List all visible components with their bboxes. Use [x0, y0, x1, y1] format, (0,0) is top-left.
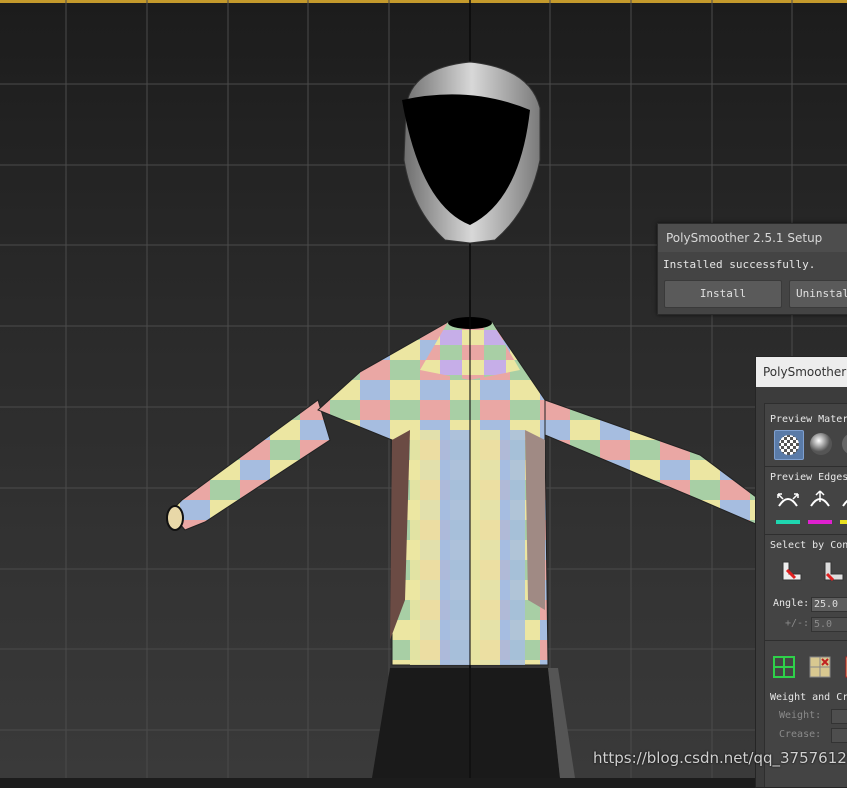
polysmoother-title: PolySmoother — [763, 365, 847, 379]
uninstall-button[interactable]: Uninstall — [789, 280, 847, 308]
grid-icon — [845, 656, 847, 678]
angle-input[interactable]: 25.0 — [811, 597, 847, 612]
pants-model — [372, 668, 560, 778]
setup-dialog-titlebar[interactable]: PolySmoother 2.5.1 Setup — [658, 224, 847, 252]
select-concave-button[interactable] — [819, 558, 847, 586]
helmet-model — [402, 61, 541, 244]
grid-select-button[interactable] — [771, 654, 797, 680]
edge-curve-icon — [840, 499, 847, 524]
weight-crease-label: Weight and Cr — [770, 692, 847, 703]
setup-dialog: PolySmoother 2.5.1 Setup Installed succe… — [657, 223, 847, 315]
shirt-model — [166, 317, 761, 666]
install-button[interactable]: Install — [664, 280, 782, 308]
3d-viewport[interactable] — [0, 0, 847, 778]
grid-remove-button[interactable] — [807, 654, 833, 680]
tolerance-input[interactable]: 5.0 — [811, 617, 847, 632]
setup-dialog-title: PolySmoother 2.5.1 Setup — [666, 231, 823, 245]
polysmoother-body: Preview Materials — [764, 403, 847, 787]
grid-third-button[interactable] — [843, 654, 847, 680]
edge-preview-button-2[interactable] — [806, 488, 834, 526]
checker-sphere-icon — [779, 435, 799, 455]
install-status-message: Installed successfully. — [663, 258, 816, 271]
concave-corner-icon — [824, 561, 844, 582]
grey-sphere-icon — [810, 433, 832, 455]
material-checker-button[interactable] — [774, 430, 804, 460]
select-by-label: Select by Con — [770, 540, 847, 551]
polysmoother-panel: PolySmoother Preview Materials — [755, 356, 847, 788]
viewport-scene — [0, 0, 847, 778]
angle-label: Angle: — [773, 598, 810, 609]
crease-label: Crease: — [779, 729, 822, 740]
material-dark-button[interactable] — [839, 430, 847, 458]
convex-corner-icon — [782, 561, 802, 581]
edge-preview-button-3[interactable] — [838, 488, 847, 526]
edge-preview-button-1[interactable] — [774, 488, 802, 526]
weight-input[interactable] — [831, 709, 847, 724]
preview-materials-label: Preview Materials — [770, 414, 847, 425]
green-grid-icon — [773, 656, 795, 678]
edge-arrow-up-icon — [808, 490, 832, 524]
dark-sphere-icon — [842, 434, 847, 454]
grid-x-icon — [809, 656, 831, 678]
select-convex-button[interactable] — [777, 558, 805, 586]
edge-arrows-icon — [776, 493, 800, 524]
preview-edges-label: Preview Edges — [770, 472, 847, 483]
watermark-url: https://blog.csdn.net/qq_37576129 — [593, 749, 847, 767]
material-grey-button[interactable] — [807, 430, 835, 458]
tolerance-label: +/-: — [785, 618, 810, 629]
weight-label: Weight: — [779, 710, 822, 721]
crease-input[interactable] — [831, 728, 847, 743]
polysmoother-titlebar[interactable]: PolySmoother — [756, 357, 847, 387]
